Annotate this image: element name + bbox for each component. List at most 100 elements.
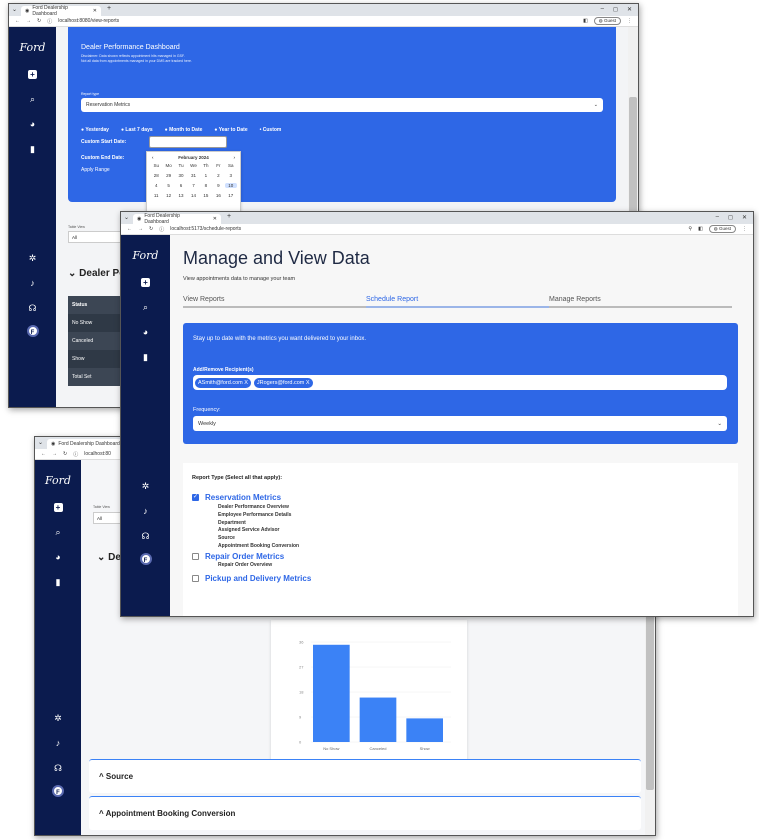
calendar-day[interactable]: 4 <box>150 183 162 188</box>
browser-tab[interactable]: ◉ Ford Dealership Dashboard ✕ <box>133 213 221 225</box>
dealer-section-toggle[interactable]: ⌄ Dealer Pe <box>68 268 125 279</box>
add-icon[interactable]: + <box>53 503 63 512</box>
menu-icon[interactable]: ⋮ <box>627 18 632 24</box>
calendar-day[interactable]: 2 <box>212 173 224 178</box>
back-icon[interactable]: ← <box>127 226 132 232</box>
back-icon[interactable]: ← <box>15 18 20 24</box>
search-icon[interactable]: ⌕ <box>55 528 60 537</box>
range-month-to-date[interactable]: ● Month to Date <box>165 127 203 133</box>
apply-range-button[interactable]: Apply Range <box>81 167 110 173</box>
recipients-input[interactable]: ASmith@ford.com X JRogers@ford.com X <box>193 375 727 390</box>
checkbox-unchecked-icon[interactable] <box>192 575 199 582</box>
forward-icon[interactable]: → <box>52 451 57 457</box>
bar-chart-icon[interactable]: ▮ <box>143 353 148 362</box>
prev-month-icon[interactable]: ‹ <box>152 155 154 160</box>
reload-icon[interactable]: ↻ <box>149 226 153 232</box>
table-view-select[interactable]: All <box>68 231 128 243</box>
headset-icon[interactable]: ☊ <box>54 764 62 773</box>
calendar-day[interactable]: 12 <box>162 193 174 198</box>
avatar[interactable]: F <box>52 785 64 797</box>
calendar-day[interactable]: 30 <box>175 173 187 178</box>
source-section-toggle[interactable]: ^ Source <box>89 759 641 793</box>
add-icon[interactable]: + <box>141 278 150 287</box>
menu-icon[interactable]: ⋮ <box>742 226 747 232</box>
browser-tab[interactable]: ◉ Ford Dealership Dashboard <box>47 439 127 449</box>
tab-close-icon[interactable]: ✕ <box>93 8 97 14</box>
calendar-day[interactable]: 13 <box>175 193 187 198</box>
bar-chart-icon[interactable]: ▮ <box>30 145 35 154</box>
avatar[interactable]: F <box>26 325 39 337</box>
frequency-select[interactable]: Weekly ⌄ <box>193 416 727 431</box>
url-text[interactable]: localhost:80 <box>84 451 111 457</box>
calendar-day[interactable]: 11 <box>150 193 162 198</box>
avatar[interactable]: F <box>139 553 152 565</box>
bar-chart-icon[interactable]: ▮ <box>56 578 61 587</box>
profile-button[interactable]: ◍ Guest <box>708 225 736 233</box>
profile-button[interactable]: ◍ Guest <box>593 17 621 25</box>
calendar-day[interactable]: 14 <box>187 193 199 198</box>
checkbox-checked-icon[interactable]: ✓ <box>192 494 199 501</box>
close-window-icon[interactable]: ✕ <box>742 214 747 221</box>
recipient-chip[interactable]: JRogers@ford.com X <box>253 377 313 388</box>
tab-schedule-report[interactable]: Schedule Report <box>366 296 549 308</box>
forward-icon[interactable]: → <box>26 18 31 24</box>
group-repair-order-metrics[interactable]: Repair Order Metrics <box>192 552 284 561</box>
bell-icon[interactable]: ♪ <box>143 507 148 516</box>
restore-icon[interactable]: ◻ <box>613 6 618 13</box>
reload-icon[interactable]: ↻ <box>37 18 41 24</box>
calendar-day[interactable]: 7 <box>187 183 199 188</box>
forward-icon[interactable]: → <box>138 226 143 232</box>
add-icon[interactable]: + <box>28 70 37 79</box>
calendar-day[interactable]: 8 <box>200 183 212 188</box>
custom-start-input[interactable] <box>149 136 227 148</box>
back-icon[interactable]: ← <box>41 451 46 457</box>
url-text[interactable]: localhost:5173/schedule-reports <box>170 226 241 232</box>
calendar-day[interactable]: 5 <box>162 183 174 188</box>
url-text[interactable]: localhost:8080/view-reports <box>58 18 119 24</box>
headset-icon[interactable]: ☊ <box>142 532 150 541</box>
tab-view-reports[interactable]: View Reports <box>183 296 366 308</box>
new-tab-icon[interactable]: + <box>107 5 111 12</box>
range-last-7-days[interactable]: ● Last 7 days <box>121 127 153 133</box>
range-yesterday[interactable]: ● Yesterday <box>81 127 109 133</box>
speedometer-icon[interactable]: ◕ <box>55 553 60 562</box>
gear-icon[interactable]: ✲ <box>54 714 62 723</box>
calendar-day[interactable]: 9 <box>212 183 224 188</box>
tab-close-icon[interactable]: ✕ <box>213 216 217 222</box>
calendar-day[interactable]: 16 <box>212 193 224 198</box>
speedometer-icon[interactable]: ◕ <box>30 120 35 129</box>
calendar-day[interactable]: 29 <box>162 173 174 178</box>
group-reservation-metrics[interactable]: ✓ Reservation Metrics <box>192 493 281 502</box>
checkbox-unchecked-icon[interactable] <box>192 553 199 560</box>
minimize-icon[interactable]: – <box>716 214 719 221</box>
gear-icon[interactable]: ✲ <box>29 254 37 263</box>
calendar-day[interactable]: 15 <box>200 193 212 198</box>
range-year-to-date[interactable]: ● Year to Date <box>214 127 247 133</box>
dealer-section-toggle[interactable]: ⌄ De <box>97 552 121 563</box>
speedometer-icon[interactable]: ◕ <box>143 328 148 337</box>
tab-list-icon[interactable]: ⌄ <box>38 439 43 446</box>
bell-icon[interactable]: ♪ <box>30 279 35 288</box>
range-custom[interactable]: • Custom <box>260 127 282 133</box>
tab-list-icon[interactable]: ⌄ <box>124 214 129 221</box>
next-month-icon[interactable]: › <box>234 155 236 160</box>
calendar-day[interactable]: 17 <box>225 193 237 198</box>
calendar-day[interactable]: 6 <box>175 183 187 188</box>
search-icon[interactable]: ⌕ <box>30 95 35 104</box>
recipient-chip[interactable]: ASmith@ford.com X <box>195 377 251 388</box>
scroll-thumb[interactable] <box>646 610 654 790</box>
bell-icon[interactable]: ♪ <box>56 739 61 748</box>
headset-icon[interactable]: ☊ <box>29 304 37 313</box>
calendar-day[interactable]: 1 <box>200 173 212 178</box>
reload-icon[interactable]: ↻ <box>63 451 67 457</box>
booking-conversion-toggle[interactable]: ^ Appointment Booking Conversion <box>89 796 641 830</box>
zoom-icon[interactable]: ⚲ <box>688 226 692 232</box>
new-tab-icon[interactable]: + <box>227 213 231 220</box>
calendar-day[interactable]: 28 <box>150 173 162 178</box>
calendar-day-selected[interactable]: 10 <box>224 183 237 188</box>
sidepanel-icon[interactable]: ◧ <box>698 226 703 232</box>
table-view-select[interactable]: All <box>93 512 121 524</box>
group-pickup-delivery-metrics[interactable]: Pickup and Delivery Metrics <box>192 574 311 583</box>
search-icon[interactable]: ⌕ <box>143 303 148 312</box>
minimize-icon[interactable]: – <box>601 6 604 13</box>
